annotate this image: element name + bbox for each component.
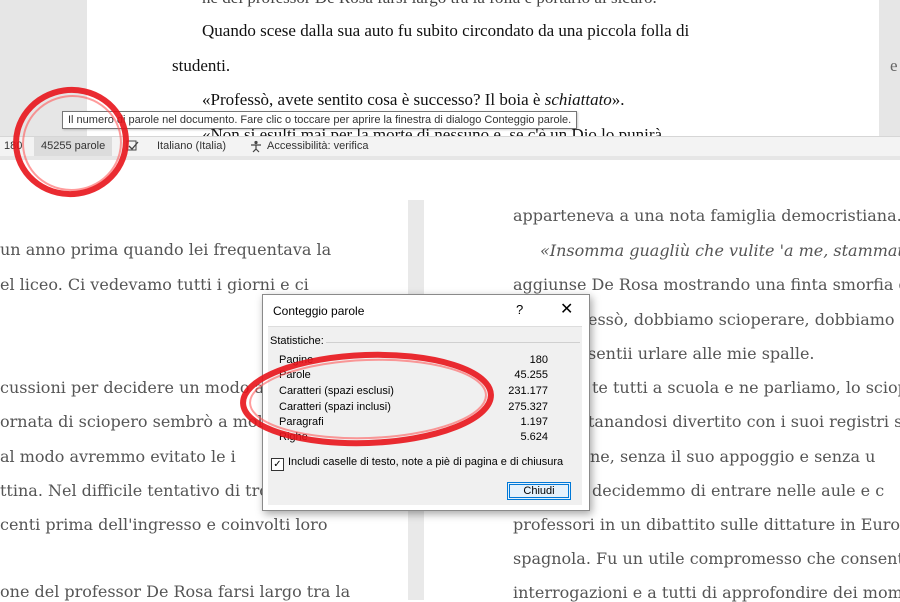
stat-value: 180 [529, 354, 548, 366]
stat-label: Paragrafi [279, 416, 324, 428]
doc-line: apparteneva a una nota famiglia democris… [513, 206, 900, 225]
doc-line: tanandosi divertito con i suoi registri … [588, 412, 900, 431]
page-indicator[interactable]: 180 [4, 140, 22, 152]
stat-value: 45.255 [514, 369, 548, 381]
doc-line: professori in un dibattito sulle dittatu… [513, 515, 900, 534]
word-count-dialog: Conteggio parole ? ✕ Statistiche: Pagine… [262, 294, 590, 511]
word-count-tooltip: Il numero di parole nel documento. Fare … [62, 111, 578, 129]
doc-line: un anno prima quando lei frequentava la [0, 240, 332, 259]
status-bar: 180 45255 parole Italiano (Italia) Acces… [0, 136, 900, 156]
doc-line: interrogazioni e a tutti di approfondire… [513, 583, 900, 602]
stat-label: Pagine [279, 354, 314, 366]
doc-line: ne, senza il suo appoggio e senza u [590, 447, 876, 466]
close-icon[interactable]: ✕ [560, 299, 573, 319]
doc-line: sentii urlare alle mie spalle. [588, 344, 815, 363]
doc-line: essò, dobbiamo scioperare, dobbiamo f [588, 310, 900, 329]
word-count-button[interactable]: 45255 parole [34, 137, 113, 156]
doc-line: ttina. Nel difficile tentativo di tro [0, 481, 269, 500]
doc-fragment: e [890, 56, 898, 75]
stat-label: Caratteri (spazi esclusi) [279, 385, 394, 397]
doc-line: te tutti a scuola e ne parliamo, lo scio… [592, 378, 900, 397]
stat-value: 275.327 [508, 401, 548, 413]
doc-line: Quando scese dalla sua auto fu subito ci… [202, 21, 690, 40]
doc-line: one del professor De Rosa farsi largo tr… [0, 582, 351, 601]
doc-line: ornata di sciopero sembrò a molti [0, 412, 275, 431]
doc-line: al modo avremmo evitato le i [0, 447, 236, 466]
include-notes-checkbox[interactable]: ✓ [271, 458, 284, 471]
divider [326, 342, 580, 343]
stat-label: Parole [279, 369, 311, 381]
doc-line: cussioni per decidere un modo ade [0, 378, 284, 397]
dialog-title: Conteggio parole [273, 304, 365, 318]
top-screenshot: ne del professor De Rosa farsi largo tra… [0, 0, 900, 160]
doc-line: el liceo. Ci vedevamo tutti i giorni e c… [0, 275, 309, 294]
help-button[interactable]: ? [516, 302, 523, 317]
accessibility-button[interactable]: Accessibilità: verifica [267, 140, 368, 152]
stat-label: Righe [279, 431, 308, 443]
doc-line: centi prima dell'ingresso e coinvolti lo… [0, 515, 328, 534]
doc-line-cut: ne del professor De Rosa farsi largo tra… [202, 0, 657, 8]
doc-line: «Professò, avete sentito cosa è successo… [202, 90, 625, 109]
stats-header: Statistiche: [270, 335, 324, 347]
close-dialog-button[interactable]: Chiudi [507, 482, 571, 500]
stat-value: 1.197 [520, 416, 548, 428]
proofing-icon[interactable] [126, 140, 140, 155]
doc-line: aggiunse De Rosa mostrando una finta smo… [513, 275, 900, 294]
stat-label: Caratteri (spazi inclusi) [279, 401, 391, 413]
stat-value: 231.177 [508, 385, 548, 397]
include-notes-label: Includi caselle di testo, note a piè di … [288, 456, 564, 468]
include-notes-row[interactable]: ✓ Includi caselle di testo, note a piè di… [271, 456, 563, 471]
doc-line: «Insomma guagliù che vulite 'a me, stamm… [540, 241, 900, 260]
doc-line: spagnola. Fu un utile compromesso che co… [513, 549, 900, 568]
stat-value: 5.624 [520, 431, 548, 443]
language-button[interactable]: Italiano (Italia) [157, 140, 226, 152]
accessibility-icon[interactable] [250, 140, 264, 156]
dialog-body: Statistiche: Pagine 180 Parole 45.255 Ca… [268, 326, 582, 505]
doc-line: studenti. [172, 56, 231, 75]
doc-line: decidemmo di entrare nelle aule e c [592, 481, 885, 500]
